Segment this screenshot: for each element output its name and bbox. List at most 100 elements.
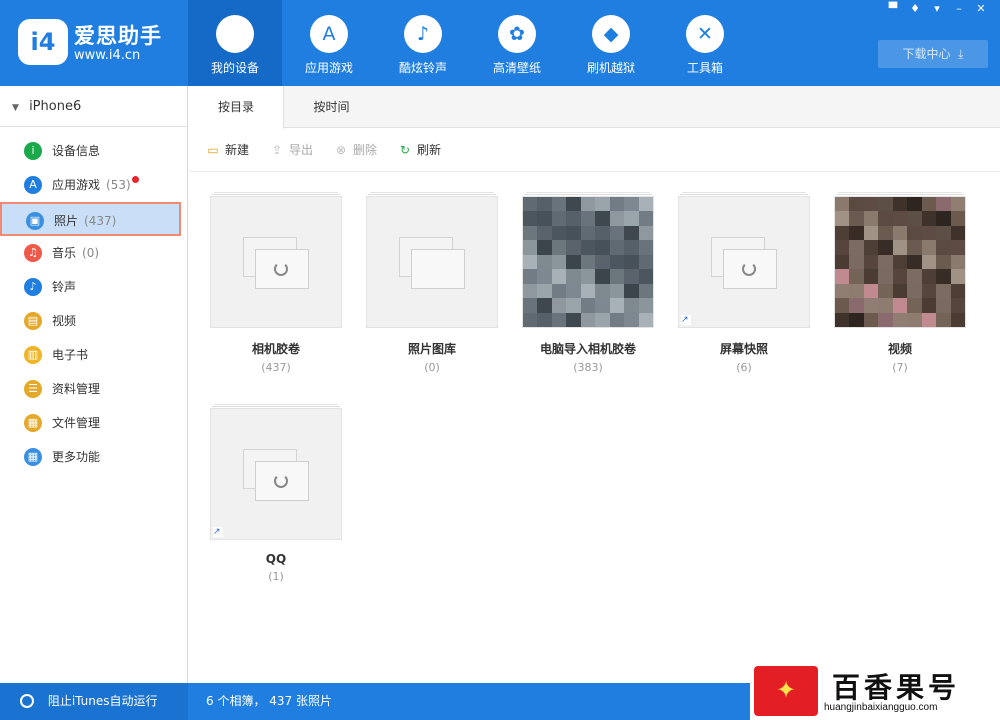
toolbar-button-label: 导出 [289,143,314,157]
app-name: 爱思助手 [74,24,162,48]
app-store-icon: A [24,175,42,194]
device-selector[interactable]: ▼ iPhone6 [0,86,187,127]
bell-icon: ♪ [24,277,42,296]
notification-dot [131,176,139,183]
watermark-url: huangjinbaixiangguo.com [824,702,938,713]
nav-item-label: 酷炫铃声 [398,61,447,75]
app-logo: i4 爱思助手 www.i4.cn [18,16,188,70]
watermark-title: 百香果号 [832,671,961,704]
loading-spinner-icon [274,262,288,276]
info-icon: i [24,141,42,160]
blurred-photo-preview [835,197,965,327]
minimize-icon[interactable]: – [950,2,968,16]
flower-icon: ✿ [498,15,536,53]
sidebar-item-7[interactable]: ☰ 资料管理 [0,372,187,406]
nav-item-3[interactable]: ✿ 高清壁纸 [470,0,564,86]
album-title: 屏幕快照 [719,342,768,356]
nav-item-0[interactable]: 我的设备 [188,0,282,86]
nav-item-label: 高清壁纸 [492,61,541,75]
sidebar-item-label: 电子书 [52,348,89,362]
sidebar-item-label: 资料管理 [52,382,101,396]
album-count: (0) [424,361,440,374]
more-icon: ▦ [24,447,42,466]
sidebar-item-2[interactable]: ▣ 照片 (437) [0,202,181,236]
album-item[interactable]: 照片图库 (0) [366,192,498,374]
app-url: www.i4.cn [74,48,141,63]
photo-icon: ▣ [26,211,44,230]
sidebar-item-5[interactable]: ▤ 视频 [0,304,187,338]
sidebar: ▼ iPhone6 i 设备信息 A 应用游戏 (53) ▣ 照片 (437) ♫ 音乐 (0) ♪ 铃… [0,86,188,683]
album-cover: ↗ [678,196,810,328]
tab-1[interactable]: 按时间 [284,86,379,128]
album-cover [522,196,654,328]
bell-icon: ♪ [404,15,442,53]
album-count: (6) [736,361,752,374]
toolbar-button-label: 新建 [225,143,250,157]
delete-icon: ⊗ [336,142,347,157]
itunes-block-toggle[interactable]: 阻止iTunes自动运行 [0,683,188,720]
app-window: i4 爱思助手 www.i4.cn 我的设备 A 应用游戏 ♪ 酷炫铃声 ✿ 高清壁纸 ◆ 刷机… [0,0,1000,720]
sidebar-item-label: 更多功能 [52,450,101,464]
sidebar-item-count: (53) [106,178,131,192]
view-tabs: 按目录 按时间 [189,86,1000,129]
toolbar-button-2[interactable]: ⊗ 删除 [333,141,377,158]
sidebar-item-9[interactable]: ▦ 更多功能 [0,440,187,474]
album-thumbnail [522,192,654,328]
album-title: 照片图库 [407,342,456,356]
book-icon: ▥ [24,345,42,364]
album-count: (7) [892,361,908,374]
caret-down-icon: ▼ [12,103,19,113]
sidebar-item-4[interactable]: ♪ 铃声 [0,270,187,304]
download-center-button[interactable]: 下载中心 ⤓ [878,40,988,68]
watermark-logo: ✦ [754,666,818,716]
sidebar-item-label: 音乐 [52,246,77,260]
music-icon: ♫ [24,243,42,262]
new-folder-icon: ▭ [207,142,219,157]
tools-icon: ✕ [686,15,724,53]
toolbar-button-1[interactable]: ⇪ 导出 [269,141,313,158]
sidebar-item-0[interactable]: i 设备信息 [0,134,187,168]
star-icon: ✦ [776,676,797,704]
nav-item-4[interactable]: ◆ 刷机越狱 [564,0,658,86]
album-item[interactable]: ↗ QQ (1) [210,404,342,583]
sidebar-item-6[interactable]: ▥ 电子书 [0,338,187,372]
album-title: 电脑导入相机胶卷 [539,342,636,356]
watermark: ✦ 百香果号 huangjinbaixiangguo.com [750,662,1000,720]
album-title: QQ [265,552,287,566]
header: i4 爱思助手 www.i4.cn 我的设备 A 应用游戏 ♪ 酷炫铃声 ✿ 高清壁纸 ◆ 刷机… [0,0,1000,86]
main-panel: 按目录 按时间 ▭ 新建 ⇪ 导出 ⊗ 删除 ↻ 刷新 相机胶卷 (437) 照片图库 (0) 电脑导入… [189,86,1000,683]
nav-item-1[interactable]: A 应用游戏 [282,0,376,86]
album-item[interactable]: 电脑导入相机胶卷 (383) [522,192,654,374]
album-item[interactable]: ↗ 屏幕快照 (6) [678,192,810,374]
download-icon: ⤓ [954,47,964,61]
close-icon[interactable]: ✕ [972,2,990,16]
album-cover [834,196,966,328]
loading-spinner-icon [274,474,288,488]
sidebar-item-8[interactable]: ▦ 文件管理 [0,406,187,440]
nav-item-2[interactable]: ♪ 酷炫铃声 [376,0,470,86]
skin-icon[interactable]: ♦ [906,2,924,16]
toolbar-button-label: 刷新 [417,143,442,157]
toolbar-button-label: 删除 [353,143,378,157]
toolbar-button-3[interactable]: ↻ 刷新 [397,141,441,158]
nav-item-label: 刷机越狱 [586,61,635,75]
sidebar-item-label: 设备信息 [52,144,101,158]
circle-icon [20,693,34,708]
logo-mark-icon: i4 [18,19,68,65]
nav-item-5[interactable]: ✕ 工具箱 [658,0,752,86]
menu-icon[interactable]: ▾ [928,2,946,16]
shortcut-arrow-icon: ↗ [681,315,691,325]
sidebar-item-3[interactable]: ♫ 音乐 (0) [0,236,187,270]
sidebar-list: i 设备信息 A 应用游戏 (53) ▣ 照片 (437) ♫ 音乐 (0) ♪ 铃声 ▤ 视频 ▥ 电子书 ☰ 资… [0,127,187,474]
album-cover [366,196,498,328]
album-item[interactable]: 视频 (7) [834,192,966,374]
video-icon: ▤ [24,311,42,330]
sidebar-item-label: 照片 [54,214,79,228]
feedback-icon[interactable]: ▀ [884,2,902,16]
itunes-block-label: 阻止iTunes自动运行 [47,694,158,708]
album-thumbnail [366,192,498,328]
tab-0[interactable]: 按目录 [189,86,284,129]
sidebar-item-1[interactable]: A 应用游戏 (53) [0,168,187,202]
album-item[interactable]: 相机胶卷 (437) [210,192,342,374]
toolbar-button-0[interactable]: ▭ 新建 [205,141,249,158]
